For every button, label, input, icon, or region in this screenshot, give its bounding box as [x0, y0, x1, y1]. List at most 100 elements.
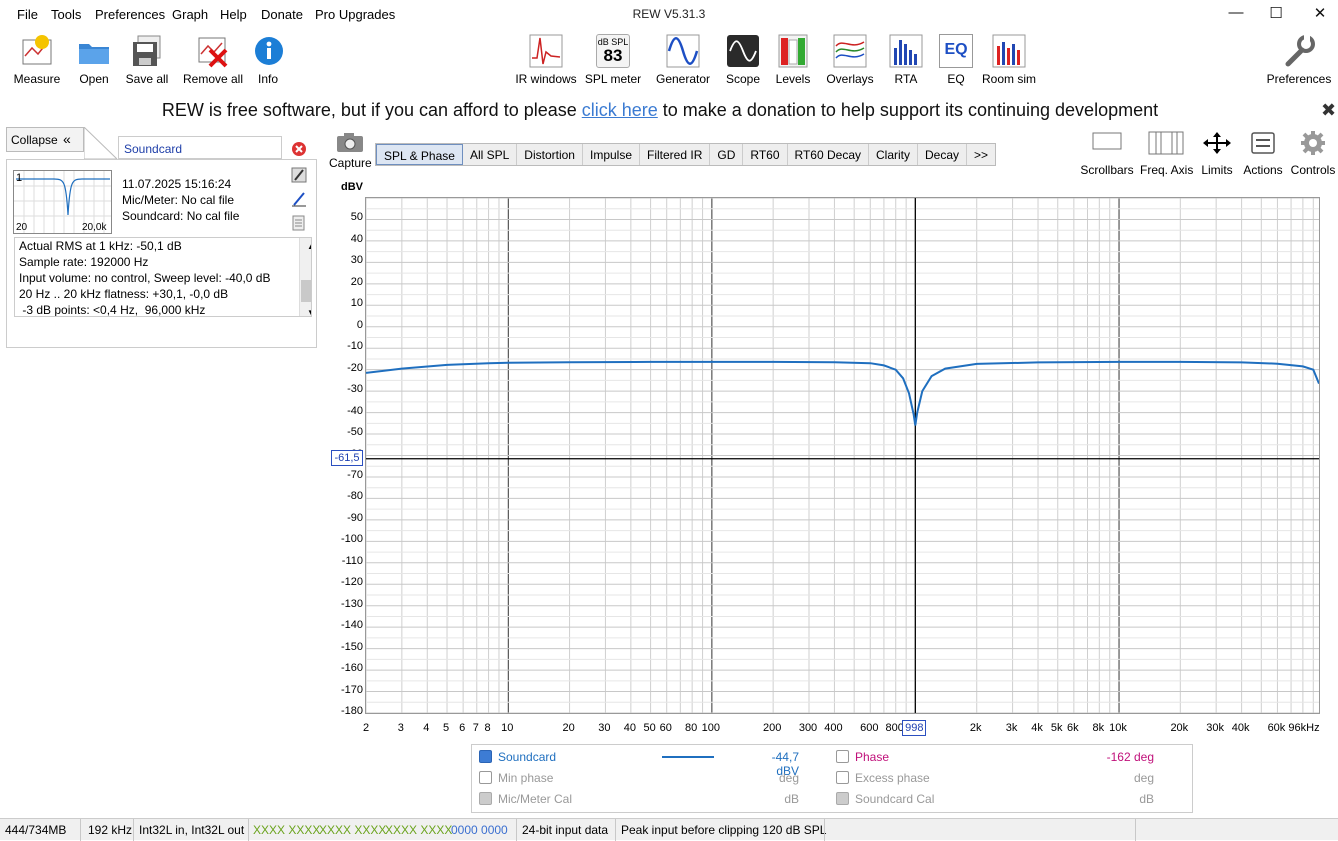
controls-button[interactable]: Controls — [1288, 131, 1338, 177]
tab-more[interactable]: >> — [967, 144, 995, 165]
measure-button[interactable]: Measure — [12, 34, 62, 86]
soundcard-checkbox[interactable] — [479, 750, 492, 763]
info-scrollbar[interactable]: ▲ ▼ — [299, 238, 311, 316]
levels-icon — [776, 34, 810, 68]
capture-button[interactable]: Capture — [329, 131, 372, 170]
tab-gd[interactable]: GD — [710, 144, 744, 165]
phase-checkbox[interactable] — [836, 750, 849, 763]
tab-filtered-ir[interactable]: Filtered IR — [640, 144, 711, 165]
tab-distortion[interactable]: Distortion — [517, 144, 583, 165]
x-tick-label: 5 — [442, 722, 450, 734]
collapse-button[interactable]: Collapse « — [6, 127, 84, 152]
save-icon — [130, 34, 164, 68]
y-tick-label: -50 — [347, 426, 363, 439]
tab-rt60[interactable]: RT60 — [743, 144, 788, 165]
notes-icon[interactable] — [291, 215, 307, 234]
y-tick-label: -40 — [347, 404, 363, 417]
thumbnail-right-label: 20,0k — [82, 222, 107, 233]
y-tick-label: 0 — [356, 318, 363, 331]
graph-tabs: SPL & Phase All SPL Distortion Impulse F… — [375, 143, 997, 166]
selected-measurement-name[interactable]: Soundcard — [118, 136, 282, 159]
min-phase-value: deg — [778, 771, 799, 785]
freq-axis-button[interactable]: Freq. Axis — [1140, 131, 1193, 177]
mic-cal-legend-item[interactable]: Mic/Meter Cal — [479, 792, 572, 806]
cursor-x-readout: 998 — [902, 720, 927, 736]
preferences-button[interactable]: Preferences — [1266, 34, 1332, 86]
tab-rt60-decay[interactable]: RT60 Decay — [788, 144, 869, 165]
levels-button[interactable]: Levels — [774, 34, 812, 86]
eq-button[interactable]: EQ EQ — [938, 34, 974, 86]
overlays-button[interactable]: Overlays — [824, 34, 876, 86]
measurement-thumbnail[interactable]: 1 20 20,0k — [13, 170, 112, 234]
x-tick-label: 300 — [798, 722, 818, 734]
close-window-icon[interactable]: ✕ — [1305, 4, 1335, 26]
overlays-icon — [833, 34, 867, 68]
soundcard-line-swatch — [662, 756, 714, 758]
ir-windows-button[interactable]: IR windows — [514, 34, 578, 86]
y-tick-label: -30 — [347, 383, 363, 396]
tab-impulse[interactable]: Impulse — [583, 144, 641, 165]
y-tick-label: -120 — [340, 576, 363, 589]
soundcard-cal-legend-item[interactable]: Soundcard Cal — [836, 792, 934, 806]
min-phase-checkbox[interactable] — [479, 771, 492, 784]
edit-measurement-icon[interactable] — [291, 167, 307, 186]
scope-button[interactable]: Scope — [723, 34, 763, 86]
scroll-thumb[interactable] — [301, 280, 311, 302]
measurement-info-text[interactable]: Actual RMS at 1 kHz: -50,1 dB Sample rat… — [14, 237, 312, 317]
tab-clarity[interactable]: Clarity — [869, 144, 919, 165]
info-button[interactable]: Info — [252, 34, 284, 86]
generator-button[interactable]: Generator — [654, 34, 712, 86]
limits-button[interactable]: Limits — [1198, 131, 1236, 177]
double-chevron-left-icon: « — [63, 131, 71, 147]
x-tick-label: 400 — [824, 722, 843, 734]
pen-icon[interactable] — [291, 191, 307, 210]
remove-all-button[interactable]: Remove all — [182, 34, 244, 86]
x-tick-label: 20k — [1170, 722, 1189, 734]
y-tick-label: -80 — [347, 490, 363, 503]
tab-spl-phase[interactable]: SPL & Phase — [376, 144, 463, 165]
memory-usage[interactable]: 444/734MB — [5, 823, 66, 837]
mic-cal-checkbox[interactable] — [479, 792, 492, 805]
measure-icon — [20, 34, 54, 68]
input-level-2: XXXX XXXX — [319, 823, 387, 837]
minimize-icon[interactable]: — — [1221, 4, 1251, 26]
x-tick-label: 7 — [472, 722, 479, 734]
rta-icon — [889, 34, 923, 68]
excess-phase-checkbox[interactable] — [836, 771, 849, 784]
x-tick-label: 60 — [659, 722, 672, 734]
tab-decay[interactable]: Decay — [918, 144, 968, 165]
spl-graph[interactable] — [365, 197, 1320, 714]
donate-link[interactable]: click here — [582, 100, 658, 120]
soundcard-cal-checkbox[interactable] — [836, 792, 849, 805]
actions-button[interactable]: Actions — [1240, 131, 1286, 177]
room-sim-button[interactable]: Room sim — [980, 34, 1038, 86]
x-tick-label: 40 — [623, 722, 636, 734]
y-tick-label: -160 — [340, 662, 363, 675]
maximize-icon[interactable]: ☐ — [1261, 4, 1291, 26]
scrollbars-button[interactable]: Scrollbars — [1080, 131, 1134, 177]
scroll-up-icon[interactable]: ▲ — [303, 239, 311, 255]
camera-icon — [337, 133, 363, 152]
remove-measurement-icon[interactable] — [291, 141, 307, 160]
y-tick-label: 50 — [350, 211, 363, 224]
y-tick-label: -110 — [341, 554, 363, 567]
x-tick-label: 800 — [885, 722, 904, 734]
peak-input: Peak input before clipping 120 dB SPL — [621, 823, 827, 837]
status-bar: 444/734MB 192 kHz Int32L in, Int32L out … — [0, 818, 1338, 841]
sample-rate: 192 kHz — [88, 823, 133, 837]
min-phase-legend-item[interactable]: Min phase — [479, 771, 553, 785]
scroll-down-icon[interactable]: ▼ — [303, 305, 311, 316]
open-button[interactable]: Open — [74, 34, 114, 86]
tab-all-spl[interactable]: All SPL — [463, 144, 518, 165]
spl-meter-button[interactable]: dB SPL 83 SPL meter — [584, 34, 642, 86]
y-tick-label: -140 — [340, 619, 363, 632]
excess-phase-legend-item[interactable]: Excess phase — [836, 771, 930, 785]
measurement-date: 11.07.2025 15:16:24 — [122, 177, 232, 191]
rta-button[interactable]: RTA — [888, 34, 924, 86]
banner-close-icon[interactable]: ✖ — [1321, 100, 1336, 121]
generator-icon — [666, 34, 700, 68]
thumbnail-left-label: 20 — [16, 222, 28, 233]
save-all-button[interactable]: Save all — [124, 34, 170, 86]
soundcard-legend-item[interactable]: Soundcard — [479, 750, 556, 764]
phase-legend-item[interactable]: Phase — [836, 750, 889, 764]
